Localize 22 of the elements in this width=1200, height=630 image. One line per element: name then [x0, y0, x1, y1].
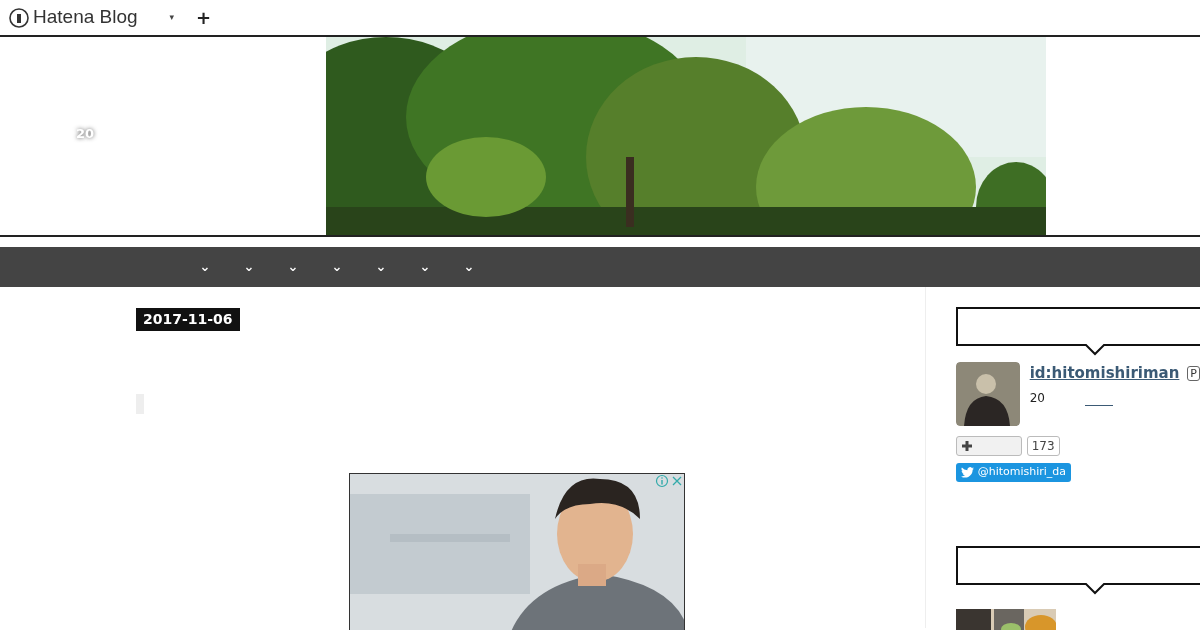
nav-dropdown-caret[interactable]: ⌄ [419, 260, 431, 274]
follow-button[interactable] [955, 436, 1022, 456]
entry-date[interactable]: 2017-11-06 [136, 308, 240, 331]
pro-badge: P [1187, 365, 1200, 381]
nav-dropdown-caret[interactable]: ⌄ [375, 260, 387, 274]
blog-title[interactable]: 20 [75, 124, 95, 144]
nav-dropdown-caret[interactable]: ⌄ [243, 260, 255, 274]
nav-dropdown-caret[interactable]: ⌄ [331, 260, 343, 274]
follower-count: 173 [1026, 436, 1060, 456]
menu-caret[interactable]: ▾ [169, 10, 175, 25]
profile-id-link[interactable]: id:hitomishiriman [1029, 362, 1180, 385]
avatar-figure[interactable] [955, 362, 1020, 426]
hatena-logo-icon [9, 7, 29, 28]
link-underline[interactable] [1084, 404, 1113, 406]
nav-dropdown-caret[interactable]: ⌄ [287, 260, 299, 274]
nav-dropdown-caret[interactable]: ⌄ [199, 260, 211, 274]
hatena-blog-logo[interactable]: Hatena Blog [33, 3, 138, 32]
bird-icon [960, 467, 974, 478]
profile-text: 20 [1029, 389, 1045, 407]
nav-dropdown-caret[interactable]: ⌄ [463, 260, 475, 274]
plus-icon [960, 440, 973, 452]
add-button[interactable]: + [196, 4, 212, 31]
